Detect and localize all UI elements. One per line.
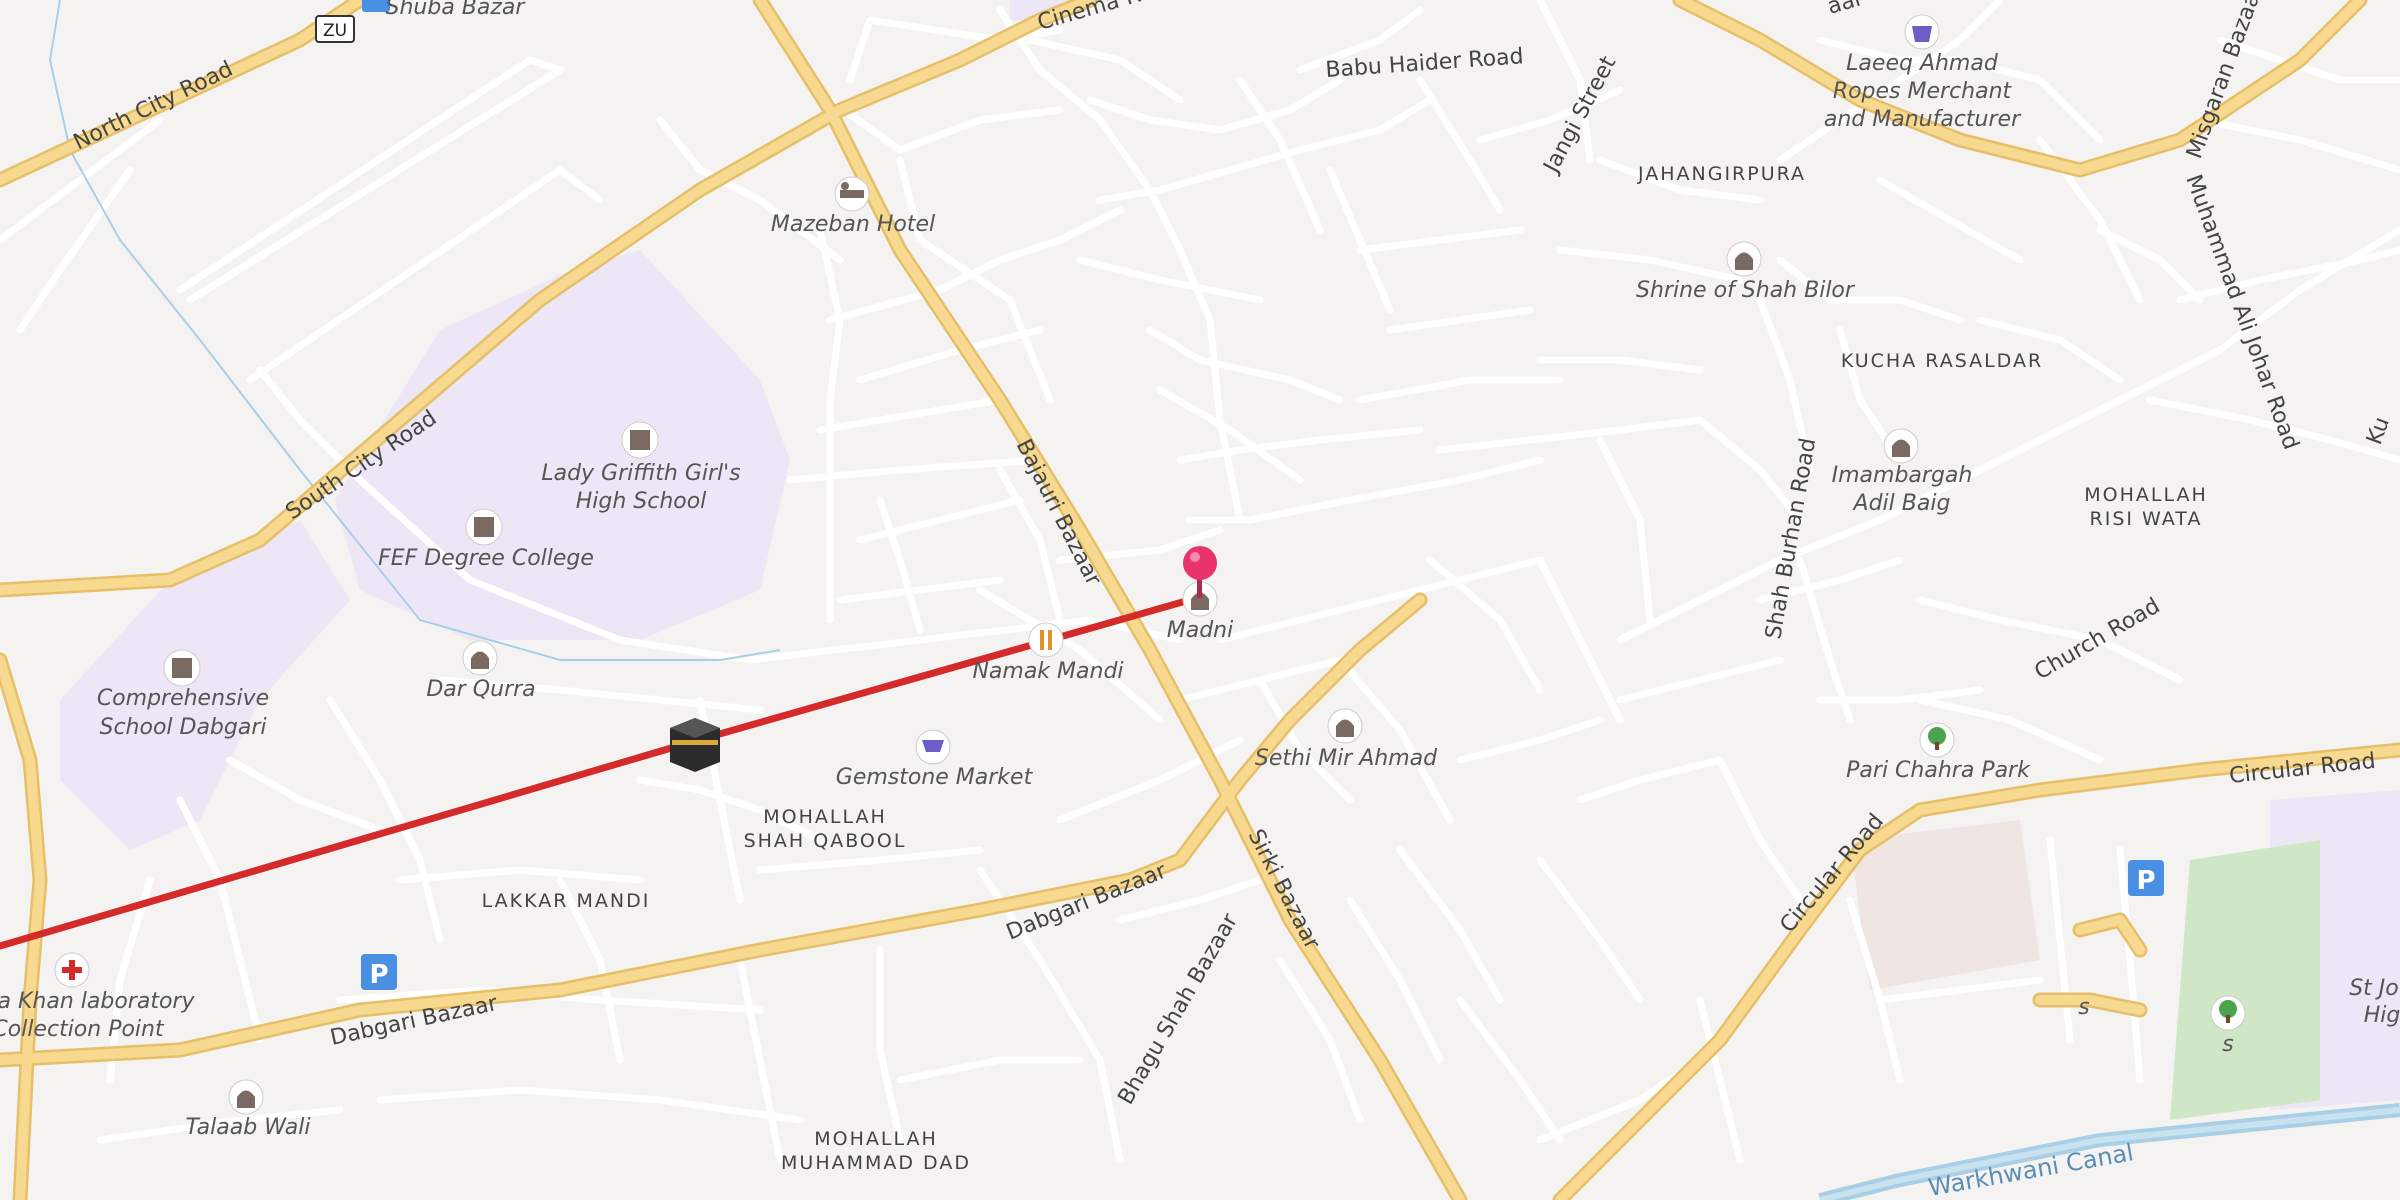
bus-code-label: ZU — [323, 21, 347, 41]
poi-label-laeeq-2: Ropes Merchant — [1833, 79, 2013, 104]
map-canvas[interactable]: North City Road South City Road Bajauri … — [0, 0, 2400, 1200]
poi-label-shrine: Shrine of Shah Bilor — [1636, 278, 1856, 303]
mosque-icon[interactable] — [462, 640, 498, 676]
parking-icon[interactable]: P — [2128, 860, 2164, 896]
parking-icon[interactable]: P — [361, 954, 397, 990]
area-label-jahangirpura: JAHANGIRPURA — [1637, 163, 1806, 185]
tree-icon[interactable] — [1919, 722, 1955, 758]
svg-text:P: P — [2136, 866, 2155, 896]
mosque-icon[interactable] — [1726, 241, 1762, 277]
school-icon[interactable] — [163, 649, 201, 687]
poi-label-madni: Madni — [1167, 618, 1233, 643]
poi-label-comp-2: School Dabgari — [99, 715, 266, 740]
poi-label-stjo-1: St Jo — [2349, 976, 2399, 1001]
poi-label-s2: s — [2078, 995, 2089, 1020]
poi-label-imam-2: Adil Baig — [1852, 491, 1951, 516]
mosque-icon[interactable] — [1883, 428, 1919, 464]
poi-label-gemstone: Gemstone Market — [836, 765, 1034, 790]
poi-label-stjo-2: Hig — [2364, 1003, 2400, 1028]
poi-label-sethi: Sethi Mir Ahmad — [1255, 746, 1438, 771]
area-label-lakkar-mandi: LAKKAR MANDI — [482, 890, 651, 912]
poi-label-dar-qurra: Dar Qurra — [426, 677, 535, 702]
poi-label-lady-1: Lady Griffith Girl's — [541, 461, 740, 486]
poi-label-s1: s — [2222, 1032, 2233, 1057]
school-icon[interactable] — [465, 508, 503, 546]
poi-label-laeeq-1: Laeeq Ahmad — [1846, 51, 1999, 76]
poi-label-imam-1: Imambargah — [1832, 463, 1973, 488]
svg-text:P: P — [369, 960, 388, 990]
shop-icon[interactable] — [1904, 14, 1940, 50]
poi-label-laeeq-3: and Manufacturer — [1824, 107, 2022, 132]
mosque-icon[interactable] — [1327, 708, 1363, 744]
poi-label-lady-2: High School — [576, 489, 707, 514]
area-label-risi-2: RISI WATA — [2090, 508, 2203, 530]
tree-icon[interactable] — [2210, 995, 2246, 1031]
poi-label-namak: Namak Mandi — [972, 659, 1123, 684]
area-label-qabool-2: SHAH QABOOL — [744, 830, 907, 852]
hospital-icon[interactable] — [54, 952, 90, 988]
restaurant-icon[interactable] — [1028, 622, 1064, 658]
shopping-cart-icon[interactable] — [915, 729, 951, 765]
area-label-dad-2: MUHAMMAD DAD — [781, 1152, 971, 1174]
hotel-icon[interactable] — [834, 176, 870, 212]
poi-label-shuba: Shuba Bazar — [386, 0, 527, 20]
area-label-kucha-rasaldar: KUCHA RASALDAR — [1841, 350, 2043, 372]
bus-stop-icon[interactable]: ZU — [315, 15, 355, 43]
area-label-dad-1: MOHALLAH — [814, 1128, 938, 1150]
poi-label-lab-1: a Khan laboratory — [0, 989, 195, 1014]
poi-label-comp-1: Comprehensive — [97, 686, 269, 711]
park-area — [2170, 840, 2320, 1120]
poi-label-fef: FEF Degree College — [378, 546, 594, 571]
kaaba-icon[interactable] — [670, 718, 720, 772]
poi-label-mazeban: Mazeban Hotel — [771, 212, 935, 237]
area-label-qabool-1: MOHALLAH — [763, 806, 887, 828]
poi-label-talaab: Talaab Wali — [186, 1115, 311, 1140]
poi-label-pari: Pari Chahra Park — [1846, 758, 2031, 783]
mosque-icon[interactable] — [228, 1079, 264, 1115]
school-icon[interactable] — [621, 421, 659, 459]
poi-label-lab-2: Collection Point — [0, 1017, 165, 1042]
area-label-risi-1: MOHALLAH — [2084, 484, 2208, 506]
